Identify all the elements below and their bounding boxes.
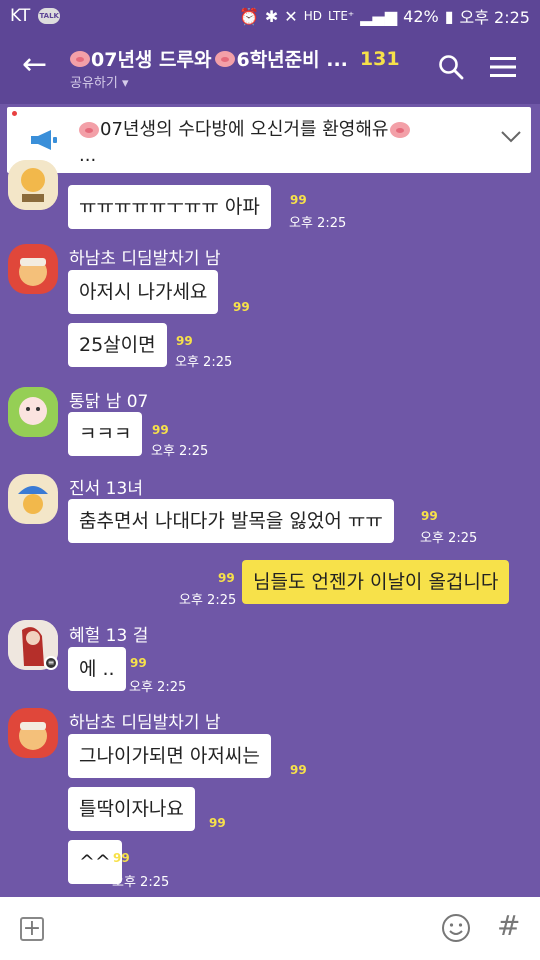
megaphone-icon xyxy=(31,130,57,150)
message-time: 오후 2:25 xyxy=(151,444,209,459)
character-avatar-icon xyxy=(8,708,58,758)
message-bubble[interactable]: 틀딱이자나요 xyxy=(68,787,195,831)
notice-text: 07년생의 수다방에 오신거를 환영해유 ... xyxy=(79,117,459,169)
member-count: 131 xyxy=(359,47,400,70)
unread-count: 99 xyxy=(176,334,193,348)
unread-count: 99 xyxy=(218,571,235,585)
message-bubble[interactable]: 에 .. xyxy=(68,647,126,691)
unread-count: 99 xyxy=(290,763,307,777)
signal-icon: ▂▄▆ xyxy=(360,6,398,26)
notice-banner[interactable]: 07년생의 수다방에 오신거를 환영해유 ... xyxy=(7,107,531,173)
chat-room-title[interactable]: 07년생 드루와 6학년준비 ... 131 xyxy=(70,45,400,72)
notice-line-2: ... xyxy=(79,145,97,166)
message-input-bar[interactable]: + # xyxy=(0,897,540,960)
bluetooth-icon: ✱ xyxy=(264,6,279,26)
unread-count: 99 xyxy=(209,816,226,830)
sender-name: 하남초 디딤발차기 남 xyxy=(69,249,221,269)
unread-count: 99 xyxy=(421,509,438,523)
message-time: 오후 2:25 xyxy=(112,875,170,890)
message-time: 오후 2:25 xyxy=(420,531,478,546)
unread-count: 99 xyxy=(130,656,147,670)
mute-icon: ✕ xyxy=(284,6,298,26)
badge-icon: ≡ xyxy=(44,656,58,670)
notice-line-1: 07년생의 수다방에 오신거를 환영해유 xyxy=(100,119,389,140)
alarm-icon: ⏰ xyxy=(238,6,259,26)
avatar[interactable] xyxy=(8,387,58,437)
avatar[interactable] xyxy=(8,160,58,210)
status-icons: ⏰ ✱ ✕ HD LTE⁺ ▂▄▆ 42% ▮ 오후 2:25 xyxy=(239,4,530,28)
pig-emoji-icon xyxy=(215,50,236,67)
message-bubble[interactable]: ㅋㅋㅋ xyxy=(68,412,143,456)
character-avatar-icon xyxy=(8,387,58,437)
carrier-label: KT xyxy=(10,6,31,26)
message-bubble[interactable]: 춤추면서 나대다가 발목을 잃었어 ㅠㅠ xyxy=(68,499,394,543)
unread-count: 99 xyxy=(113,851,130,865)
my-message-bubble[interactable]: 님들도 언젠가 이날이 올겁니다 xyxy=(242,560,510,604)
message-bubble[interactable]: 아저시 나가세요 xyxy=(68,270,219,314)
avatar[interactable] xyxy=(8,708,58,758)
unread-count: 99 xyxy=(290,193,307,207)
clock: 오후 2:25 xyxy=(459,8,530,27)
kakaotalk-notification-icon: TALK xyxy=(38,8,61,24)
message-time: 오후 2:25 xyxy=(129,680,187,695)
lte-label: LTE⁺ xyxy=(327,9,355,23)
sender-name: 통닭 남 07 xyxy=(69,392,149,412)
hd-label: HD xyxy=(303,9,322,23)
character-avatar-icon xyxy=(8,160,58,210)
share-link[interactable]: 공유하기 ▾ xyxy=(70,72,129,91)
chat-header: ← 07년생 드루와 6학년준비 ... 131 공유하기 ▾ xyxy=(0,32,540,104)
message-time: 오후 2:25 xyxy=(289,216,347,231)
chevron-down-icon[interactable] xyxy=(499,129,523,145)
search-icon[interactable] xyxy=(438,54,464,80)
menu-icon[interactable] xyxy=(490,56,516,78)
avatar[interactable] xyxy=(8,244,58,294)
pig-emoji-icon xyxy=(70,50,90,67)
character-avatar-icon xyxy=(8,244,58,294)
message-bubble[interactable]: 그나이가되면 아저씨는 xyxy=(68,734,271,778)
sender-name: 하남초 디딤발차기 남 xyxy=(69,713,221,733)
sender-name: 진서 13녀 xyxy=(69,479,143,499)
back-arrow-icon[interactable]: ← xyxy=(22,50,47,80)
pig-emoji-icon xyxy=(390,122,411,138)
title-part-2: 6학년준비 ... xyxy=(236,49,348,71)
emoji-icon[interactable] xyxy=(441,913,471,943)
character-avatar-icon xyxy=(8,474,58,524)
message-bubble[interactable]: 25살이면 xyxy=(68,323,167,367)
status-bar: KT TALK ⏰ ✱ ✕ HD LTE⁺ ▂▄▆ 42% ▮ 오후 2:25 xyxy=(0,0,540,32)
pig-emoji-icon xyxy=(79,122,99,138)
plus-icon[interactable]: + xyxy=(20,917,44,941)
avatar[interactable] xyxy=(8,474,58,524)
unread-count: 99 xyxy=(152,423,169,437)
battery-level: 42% xyxy=(403,6,439,26)
message-time: 오후 2:25 xyxy=(179,593,237,608)
hash-icon[interactable]: # xyxy=(497,909,520,942)
new-notice-dot xyxy=(12,111,17,116)
message-time: 오후 2:25 xyxy=(175,355,233,370)
unread-count: 99 xyxy=(233,300,250,314)
message-bubble[interactable]: ㅠㅠㅠㅠㅠㅜㅠㅠ 아파 xyxy=(68,185,271,229)
battery-icon: ▮ xyxy=(444,6,454,26)
title-part-1: 07년생 드루와 xyxy=(91,49,212,71)
sender-name: 혜헐 13 걸 xyxy=(69,626,149,646)
